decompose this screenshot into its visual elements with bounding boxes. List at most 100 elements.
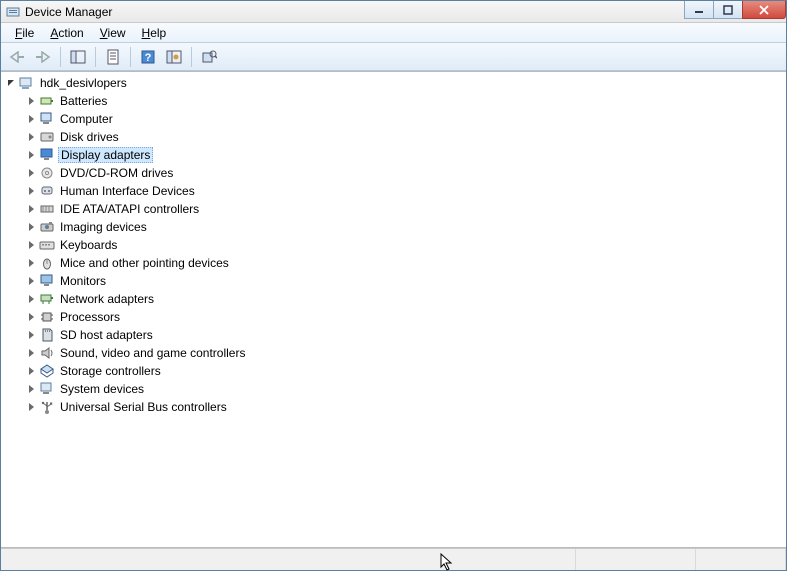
tree-node-label[interactable]: Monitors — [58, 274, 108, 288]
menu-view[interactable]: View — [92, 24, 134, 42]
maximize-button[interactable] — [713, 1, 743, 19]
tree-root[interactable]: hdk_desivlopers — [5, 74, 786, 92]
expander-icon[interactable] — [5, 77, 17, 89]
tree-node[interactable]: Display adapters — [25, 146, 786, 164]
tree-node[interactable]: Computer — [25, 110, 786, 128]
tree-node[interactable]: Sound, video and game controllers — [25, 344, 786, 362]
toolbar-separator — [191, 47, 192, 67]
expander-icon[interactable] — [25, 275, 37, 287]
titlebar: Device Manager — [1, 1, 786, 23]
expander-icon[interactable] — [25, 257, 37, 269]
tree-node[interactable]: Imaging devices — [25, 218, 786, 236]
help-button[interactable]: ? — [136, 46, 160, 68]
menu-help[interactable]: Help — [134, 24, 175, 42]
window-title: Device Manager — [25, 5, 112, 19]
tree-node-label[interactable]: Universal Serial Bus controllers — [58, 400, 229, 414]
dvd-icon — [39, 165, 55, 181]
usb-icon — [39, 399, 55, 415]
tree-node[interactable]: Human Interface Devices — [25, 182, 786, 200]
tree-node-label[interactable]: System devices — [58, 382, 146, 396]
expander-icon[interactable] — [25, 239, 37, 251]
tree-node[interactable]: Processors — [25, 308, 786, 326]
back-button[interactable] — [5, 46, 29, 68]
toolbar-separator — [130, 47, 131, 67]
monitor-icon — [39, 273, 55, 289]
computer-icon — [39, 111, 55, 127]
tree-node-label[interactable]: Keyboards — [58, 238, 119, 252]
expander-icon[interactable] — [25, 95, 37, 107]
status-cell — [696, 549, 786, 570]
expander-icon[interactable] — [25, 149, 37, 161]
devmgr-app-icon — [5, 4, 21, 20]
expander-icon[interactable] — [25, 203, 37, 215]
expander-icon[interactable] — [25, 113, 37, 125]
expander-icon[interactable] — [25, 401, 37, 413]
properties-button[interactable] — [101, 46, 125, 68]
network-icon — [39, 291, 55, 307]
menu-file[interactable]: File — [7, 24, 42, 42]
system-icon — [39, 381, 55, 397]
hid-icon — [39, 183, 55, 199]
tree-node-label[interactable]: SD host adapters — [58, 328, 155, 342]
forward-button[interactable] — [31, 46, 55, 68]
mouse-icon — [39, 255, 55, 271]
cpu-icon — [39, 309, 55, 325]
expander-icon[interactable] — [25, 311, 37, 323]
tree-node-label[interactable]: Disk drives — [58, 130, 121, 144]
tree-node[interactable]: DVD/CD-ROM drives — [25, 164, 786, 182]
tree-node[interactable]: Disk drives — [25, 128, 786, 146]
tree-node[interactable]: Monitors — [25, 272, 786, 290]
expander-icon[interactable] — [25, 185, 37, 197]
tree-node-label[interactable]: Batteries — [58, 94, 109, 108]
tree-node-label[interactable]: Human Interface Devices — [58, 184, 197, 198]
tree-node-label[interactable]: IDE ATA/ATAPI controllers — [58, 202, 201, 216]
display-icon — [39, 147, 55, 163]
tree-node-label[interactable]: Processors — [58, 310, 122, 324]
imaging-icon — [39, 219, 55, 235]
status-cell — [1, 549, 576, 570]
expander-icon[interactable] — [25, 131, 37, 143]
tree-node-label[interactable]: Storage controllers — [58, 364, 163, 378]
disk-icon — [39, 129, 55, 145]
tree-node-label[interactable]: Computer — [58, 112, 115, 126]
expander-icon[interactable] — [25, 221, 37, 233]
close-button[interactable] — [742, 1, 786, 19]
tree-node[interactable]: System devices — [25, 380, 786, 398]
tree-panel[interactable]: hdk_desivlopers Batteries Computer Disk dr… — [1, 71, 786, 548]
toolbar-separator — [60, 47, 61, 67]
storage-icon — [39, 363, 55, 379]
tree-node[interactable]: Batteries — [25, 92, 786, 110]
show-hide-tree-button[interactable] — [66, 46, 90, 68]
computer-root-icon — [19, 75, 35, 91]
tree-node[interactable]: SD host adapters — [25, 326, 786, 344]
ide-icon — [39, 201, 55, 217]
update-driver-button[interactable] — [197, 46, 221, 68]
expander-icon[interactable] — [25, 365, 37, 377]
minimize-button[interactable] — [684, 1, 714, 19]
tree-node-label[interactable]: Sound, video and game controllers — [58, 346, 247, 360]
expander-icon[interactable] — [25, 383, 37, 395]
tree-node-label[interactable]: Display adapters — [58, 147, 153, 163]
tree-node-label[interactable]: DVD/CD-ROM drives — [58, 166, 175, 180]
scan-hardware-button[interactable] — [162, 46, 186, 68]
menu-action[interactable]: Action — [42, 24, 91, 42]
tree-node[interactable]: Keyboards — [25, 236, 786, 254]
battery-icon — [39, 93, 55, 109]
status-cell — [576, 549, 696, 570]
tree-node[interactable]: IDE ATA/ATAPI controllers — [25, 200, 786, 218]
expander-icon[interactable] — [25, 167, 37, 179]
keyboard-icon — [39, 237, 55, 253]
tree-node[interactable]: Universal Serial Bus controllers — [25, 398, 786, 416]
toolbar-separator — [95, 47, 96, 67]
tree-node-label[interactable]: Imaging devices — [58, 220, 149, 234]
tree-node[interactable]: Storage controllers — [25, 362, 786, 380]
expander-icon[interactable] — [25, 347, 37, 359]
tree-node-label[interactable]: Network adapters — [58, 292, 156, 306]
tree-node[interactable]: Mice and other pointing devices — [25, 254, 786, 272]
tree-node-label[interactable]: Mice and other pointing devices — [58, 256, 231, 270]
tree-node[interactable]: Network adapters — [25, 290, 786, 308]
tree-root-label[interactable]: hdk_desivlopers — [38, 76, 129, 90]
expander-icon[interactable] — [25, 293, 37, 305]
expander-icon[interactable] — [25, 329, 37, 341]
sound-icon — [39, 345, 55, 361]
